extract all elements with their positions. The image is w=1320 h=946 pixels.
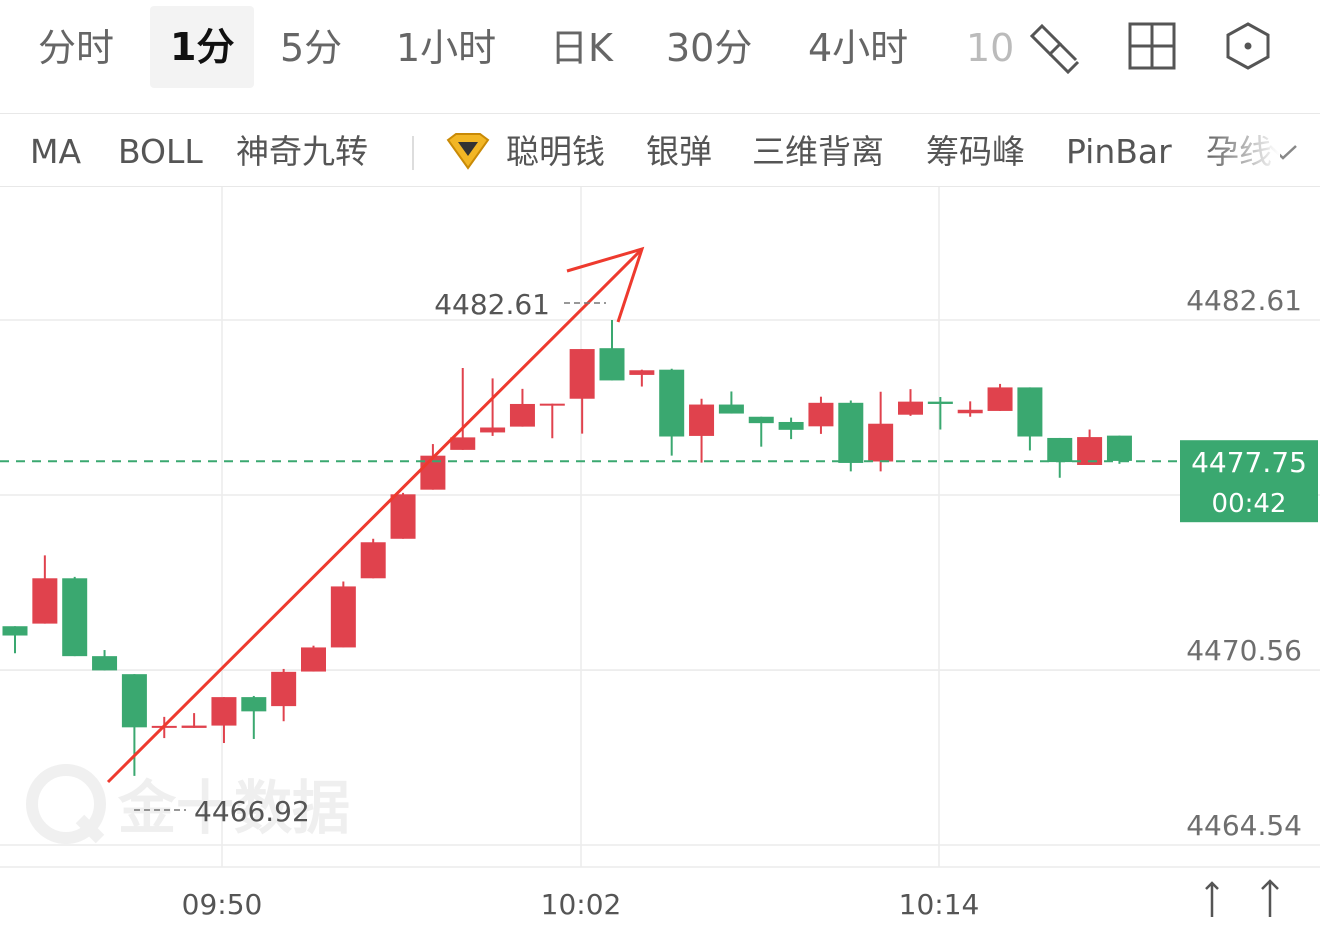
grid	[0, 187, 1320, 868]
candle-body-16	[480, 427, 506, 433]
candle-body-26	[778, 421, 804, 430]
candle-body-31	[927, 401, 953, 404]
countdown-timer: 00:42	[1212, 489, 1287, 519]
candle-body-18	[539, 403, 565, 406]
x-tick-label-0: 09:50	[182, 888, 263, 921]
period-tab-bar: 分时 1分 5分 1小时 日K 30分 4小时 10	[0, 0, 1320, 114]
candle-body-9	[271, 671, 297, 707]
candle-body-23	[689, 404, 715, 436]
tab-30m[interactable]: 30分	[666, 20, 752, 76]
indicator-jiuzhuan[interactable]: 神奇九转	[236, 130, 368, 174]
indicator-fade	[1200, 114, 1280, 186]
candle-body-0	[2, 626, 28, 636]
candle-body-8	[241, 697, 267, 712]
candle-body-11	[330, 586, 356, 648]
indicator-silver-bullet[interactable]: 银弹	[646, 130, 712, 174]
candlestick-chart[interactable]: 金十数据 4477.7500:424482.614466.92 4482.614…	[0, 187, 1320, 946]
indicator-3d-divergence[interactable]: 三维背离	[752, 130, 884, 174]
indicator-pinbar[interactable]: PinBar	[1066, 130, 1172, 174]
settings-hexagon-icon[interactable]	[1220, 18, 1276, 74]
low-annotation-label: 4466.92	[194, 795, 310, 828]
candle-body-17	[509, 403, 535, 427]
candle-body-15	[450, 437, 476, 450]
candle-body-24	[718, 404, 744, 414]
tab-fenshi[interactable]: 分时	[38, 20, 114, 76]
candle-body-27	[808, 402, 834, 427]
candle-body-10	[301, 647, 326, 672]
candle-body-7	[211, 697, 237, 726]
candle-body-37	[1106, 435, 1132, 461]
tab-1m[interactable]: 1分	[150, 6, 255, 88]
indicator-boll[interactable]: BOLL	[118, 130, 203, 174]
candle-body-13	[390, 494, 416, 539]
indicator-chip-peak[interactable]: 筹码峰	[926, 130, 1025, 174]
y-tick-label-1: 4470.56	[1186, 634, 1302, 667]
candle-body-30	[898, 401, 923, 415]
diamond-badge-icon	[446, 133, 490, 170]
high-annotation-label: 4482.61	[434, 288, 550, 321]
tab-day[interactable]: 日K	[550, 20, 613, 76]
tab-more[interactable]: 10	[966, 20, 1014, 76]
candle-body-35	[1047, 437, 1073, 463]
tab-4h[interactable]: 4小时	[808, 20, 908, 76]
tab-1h[interactable]: 1小时	[396, 20, 496, 76]
candle-body-28	[838, 402, 864, 463]
candle-body-21	[629, 370, 655, 375]
overlay: 4477.75 00:42 4482.61 4466.92	[0, 246, 1318, 828]
indicator-ma[interactable]: MA	[30, 130, 81, 174]
indicator-divider	[412, 136, 414, 170]
candle-body-1	[32, 578, 58, 624]
indicator-bar: MA BOLL 神奇九转 聪明钱 银弹 三维背离 筹码峰 PinBar 孕线	[0, 114, 1320, 187]
x-tick-label-1: 10:02	[541, 888, 622, 921]
y-tick-label-0: 4482.61	[1186, 284, 1302, 317]
candle-body-22	[659, 369, 685, 437]
candle-body-2	[62, 578, 88, 657]
candle-body-6	[181, 725, 207, 728]
candle-body-33	[987, 387, 1013, 411]
x-tick-label-2: 10:14	[899, 888, 980, 921]
candle-body-4	[121, 674, 147, 728]
candle-body-29	[868, 423, 894, 462]
layout-grid-icon[interactable]	[1124, 18, 1180, 74]
y-tick-label-2: 4464.54	[1186, 809, 1302, 842]
candle-body-25	[748, 416, 774, 424]
candle-body-20	[599, 348, 625, 381]
candles	[2, 320, 1132, 776]
candle-body-3	[92, 656, 118, 671]
trend-arrow-line	[106, 247, 644, 784]
candle-body-19	[569, 349, 595, 399]
indicator-smart-money[interactable]: 聪明钱	[506, 130, 605, 174]
candle-body-32	[957, 409, 983, 414]
scroll-left-icon	[1205, 881, 1219, 917]
candle-body-34	[1017, 387, 1043, 437]
scroll-up-icon	[1261, 879, 1279, 917]
current-price-value: 4477.75	[1191, 446, 1307, 479]
tab-5m[interactable]: 5分	[280, 20, 342, 76]
draw-tool-icon[interactable]	[1028, 18, 1084, 74]
candle-body-12	[360, 542, 386, 579]
